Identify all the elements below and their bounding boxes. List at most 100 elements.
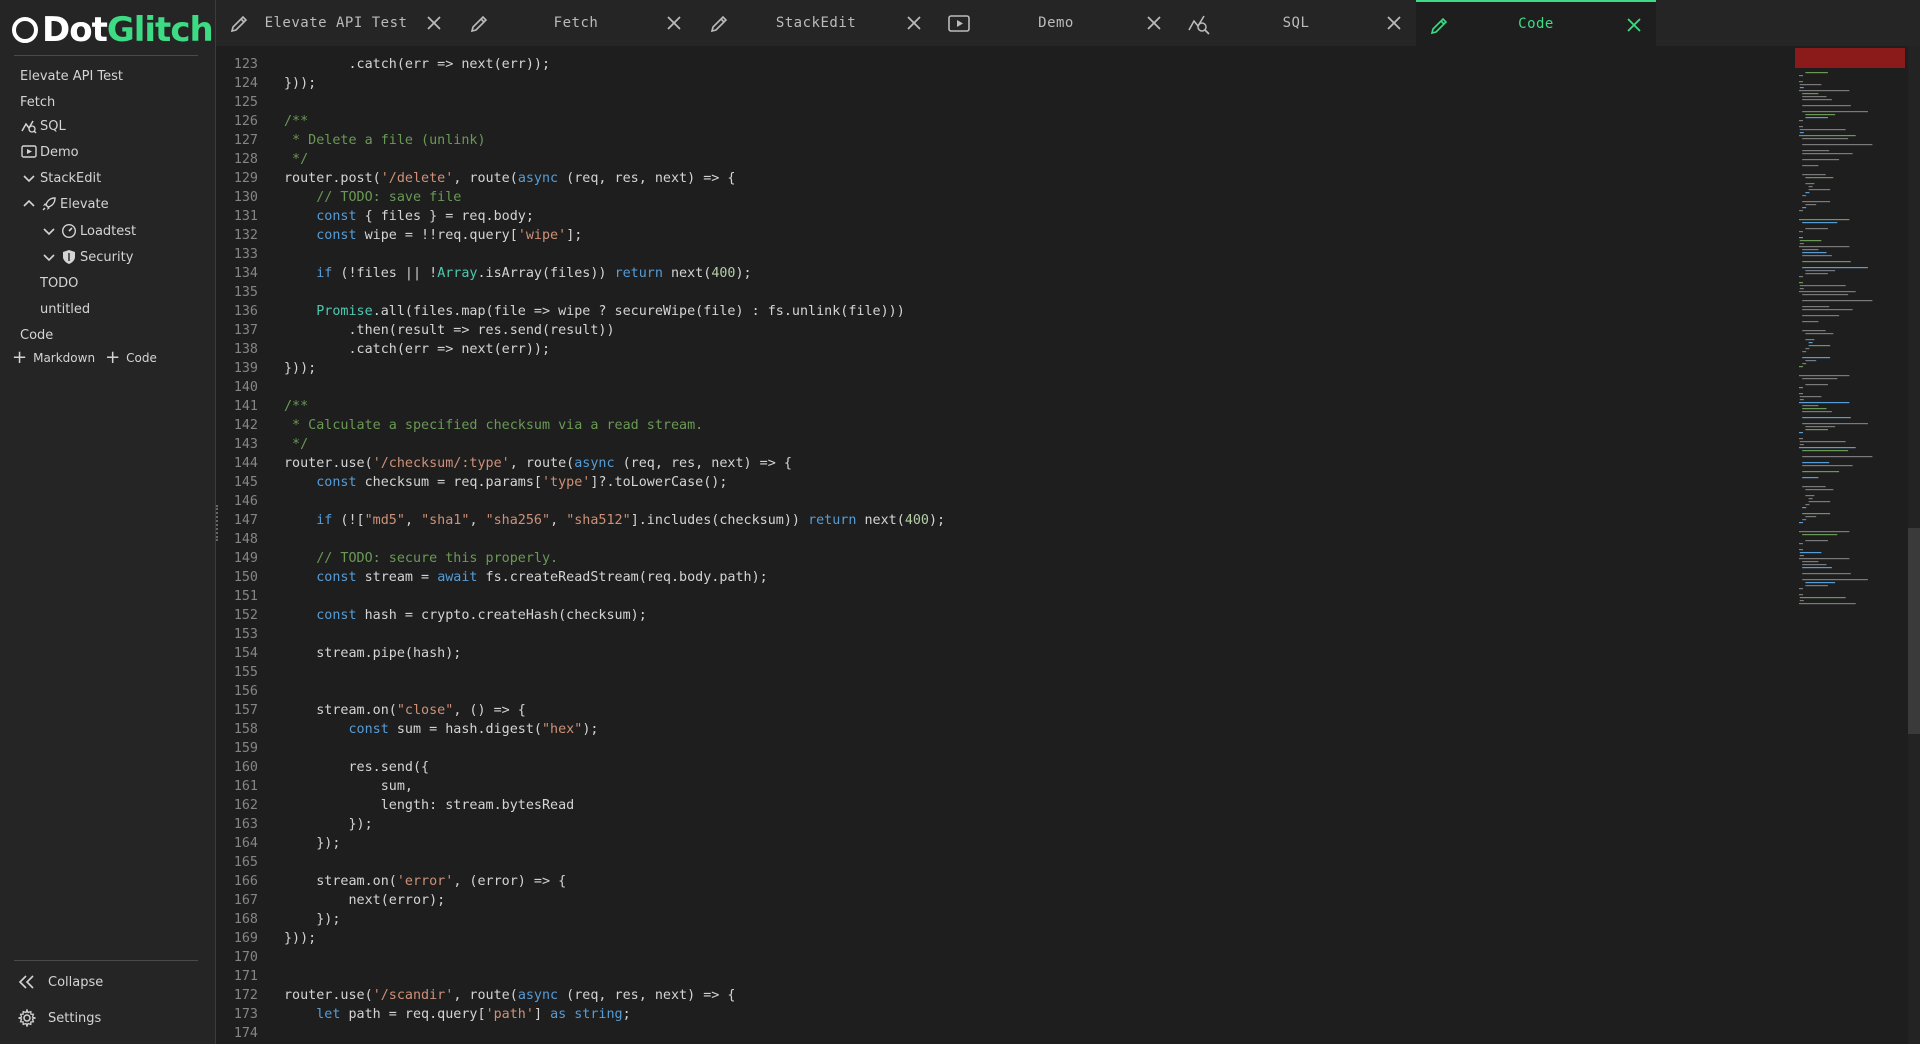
tab-code[interactable]: Code (1416, 0, 1656, 46)
line-text: const hash = crypto.createHash(checksum)… (316, 608, 647, 623)
code-line[interactable]: 128 */ (218, 150, 308, 169)
minimap-line (1799, 588, 1803, 590)
code-line[interactable]: 155 (218, 663, 284, 682)
code-line[interactable]: 150 const stream = await fs.createReadSt… (218, 568, 768, 587)
code-line[interactable]: 169})); (218, 929, 316, 948)
code-line[interactable]: 157 stream.on("close", () => { (218, 701, 526, 720)
sql-graph-icon (1188, 13, 1210, 35)
code-line[interactable]: 132 const wipe = !!req.query['wipe']; (218, 226, 583, 245)
code-line[interactable]: 167 next(error); (218, 891, 445, 910)
sidebar-item-untitled[interactable]: untitled (40, 297, 90, 321)
tab-sql[interactable]: SQL (1176, 0, 1416, 46)
minimap-line (1802, 195, 1807, 197)
sidebar-item-security[interactable]: Security (40, 245, 133, 269)
chevron-down-icon[interactable] (20, 169, 38, 187)
code-line[interactable]: 124})); (218, 74, 316, 93)
sidebar-item-elevate-api-test[interactable]: Elevate API Test (20, 64, 123, 88)
code-line[interactable]: 137 .then(result => res.send(result)) (218, 321, 615, 340)
sidebar-item-fetch[interactable]: Fetch (20, 90, 55, 114)
code-line[interactable]: 164 }); (218, 834, 341, 853)
collapse-button[interactable]: Collapse (18, 974, 103, 990)
code-line[interactable]: 154 stream.pipe(hash); (218, 644, 462, 663)
code-line[interactable]: 159 (218, 739, 284, 758)
code-line[interactable]: 131 const { files } = req.body; (218, 207, 534, 226)
sidebar-item-elevate[interactable]: Elevate (20, 192, 109, 216)
line-number: 130 (233, 190, 258, 205)
code-line[interactable]: 145 const checksum = req.params['type']?… (218, 473, 728, 492)
tab-elevate-api-test[interactable]: Elevate API Test (216, 0, 456, 46)
code-line[interactable]: 149 // TODO: secure this properly. (218, 549, 558, 568)
line-number: 163 (233, 817, 258, 832)
code-line[interactable]: 147 if (!["md5", "sha1", "sha256", "sha5… (218, 511, 945, 530)
sidebar-item-todo[interactable]: TODO (40, 271, 78, 295)
minimap[interactable] (1795, 46, 1905, 606)
minimap-line (1805, 270, 1836, 272)
close-icon[interactable] (1384, 13, 1404, 33)
code-line[interactable]: 162 length: stream.bytesRead (218, 796, 574, 815)
sidebar-item-sql[interactable]: SQL (20, 114, 66, 138)
code-line[interactable]: 160 res.send({ (218, 758, 429, 777)
close-icon[interactable] (1144, 13, 1164, 33)
sidebar-item-code[interactable]: Code (20, 323, 53, 347)
line-number: 167 (233, 893, 258, 908)
code-line[interactable]: 153 (218, 625, 284, 644)
code-line[interactable]: 134 if (!files || !Array.isArray(files))… (218, 264, 752, 283)
tab-fetch[interactable]: Fetch (456, 0, 696, 46)
code-line[interactable]: 129 router.post('/delete', route(async (r… (218, 169, 736, 188)
code-line[interactable]: 139})); (218, 359, 316, 378)
code-line[interactable]: 127 * Delete a file (unlink) (218, 131, 486, 150)
code-line[interactable]: 172 router.use('/scandir', route(async (r… (218, 986, 736, 1005)
code-line[interactable]: 135 (218, 283, 284, 302)
code-line[interactable]: 123 .catch(err => next(err)); (218, 55, 550, 74)
tab-demo[interactable]: Demo (936, 0, 1176, 46)
code-line[interactable]: 166 stream.on('error', (error) => { (218, 872, 566, 891)
close-icon[interactable] (904, 13, 924, 33)
tab-stackedit[interactable]: StackEdit (696, 0, 936, 46)
code-line[interactable]: 161 sum, (218, 777, 413, 796)
settings-button[interactable]: Settings (18, 1009, 101, 1027)
code-line[interactable]: 158 const sum = hash.digest("hex"); (218, 720, 599, 739)
line-text: stream.on('error', (error) => { (284, 874, 567, 889)
close-icon[interactable] (664, 13, 684, 33)
code-line[interactable]: 125 (218, 93, 284, 112)
minimap-line (1799, 240, 1822, 242)
code-line[interactable]: 130 // TODO: save file (218, 188, 462, 207)
code-line[interactable]: 148 (218, 530, 284, 549)
close-icon[interactable] (424, 13, 444, 33)
code-line[interactable]: 144 router.use('/checksum/:type', route(a… (218, 454, 792, 473)
line-number: 160 (233, 760, 258, 775)
sidebar-item-stackedit[interactable]: StackEdit (20, 166, 101, 190)
minimap-line (1802, 579, 1868, 581)
code-line[interactable]: 173 let path = req.query['path'] as stri… (218, 1005, 631, 1024)
code-line[interactable]: 126 /** (218, 112, 308, 131)
code-line[interactable]: 133 (218, 245, 284, 264)
code-line[interactable]: 143 */ (218, 435, 308, 454)
code-line[interactable]: 156 (218, 682, 284, 701)
sidebar-item-demo[interactable]: Demo (20, 140, 79, 164)
code-line[interactable]: 136 Promise.all(files.map(file => wipe ?… (218, 302, 905, 321)
logo-divider (14, 55, 198, 56)
code-line[interactable]: 171 (218, 967, 284, 986)
code-line[interactable]: 138 .catch(err => next(err)); (218, 340, 550, 359)
code-line[interactable]: 152 const hash = crypto.createHash(check… (218, 606, 647, 625)
sidebar-item-loadtest[interactable]: Loadtest (40, 219, 136, 243)
chevron-down-icon[interactable] (40, 222, 58, 240)
chevron-down-icon[interactable] (40, 248, 58, 266)
code-line[interactable]: 174 (218, 1024, 284, 1043)
add-code-button[interactable]: + Code (105, 349, 157, 367)
close-icon[interactable] (1624, 15, 1644, 35)
code-line[interactable]: 146 (218, 492, 284, 511)
code-line[interactable]: 170 (218, 948, 284, 967)
code-line[interactable]: 141 /** (218, 397, 308, 416)
scrollbar-thumb[interactable] (1908, 528, 1920, 734)
code-line[interactable]: 142 * Calculate a specified checksum via… (218, 416, 703, 435)
chevron-up-icon[interactable] (20, 195, 38, 213)
code-line[interactable]: 163 }); (218, 815, 373, 834)
code-line[interactable]: 140 (218, 378, 284, 397)
minimap-line (1799, 447, 1856, 449)
code-line[interactable]: 165 (218, 853, 284, 872)
code-line[interactable]: 151 (218, 587, 284, 606)
add-markdown-button[interactable]: + Markdown (12, 349, 95, 367)
code-editor[interactable]: 123 .catch(err => next(err)); 124})); 125 1… (218, 46, 1795, 1044)
code-line[interactable]: 168 }); (218, 910, 341, 929)
